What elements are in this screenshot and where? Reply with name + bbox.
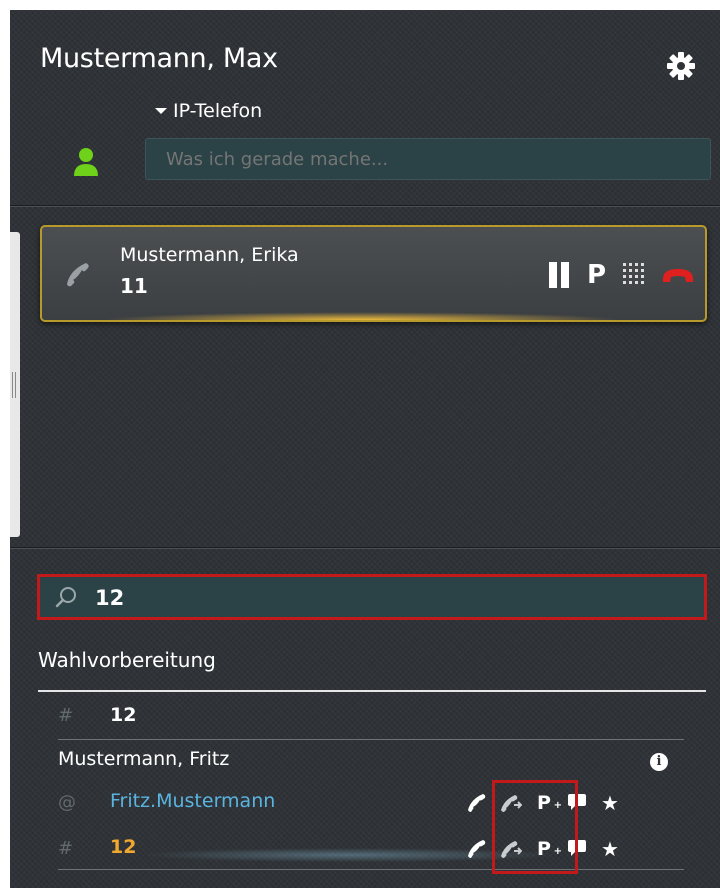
status-input[interactable] [145,138,711,180]
pause-icon [549,262,557,288]
phone-icon [67,263,89,287]
highlight-box [492,780,578,874]
call-actions: P [549,260,695,290]
contact-number: 12 [110,836,137,858]
call-icon[interactable] [466,792,490,814]
contact-name[interactable]: Mustermann, Fritz [58,748,229,770]
call-icon[interactable] [466,838,490,860]
search-input[interactable]: 12 [37,574,707,620]
hold-button[interactable] [549,262,573,288]
phone-client: Mustermann, Max IP-Telefon M [10,10,720,888]
hash-icon: # [58,838,74,859]
at-icon: @ [58,792,76,813]
search-icon [55,587,76,608]
person-icon[interactable] [72,146,100,178]
dial-number: 12 [110,704,137,726]
grip-icon [12,372,16,398]
gear-icon[interactable] [665,50,697,82]
device-label: IP-Telefon [173,100,263,122]
user-name: Mustermann, Max [40,43,278,74]
device-selector[interactable]: IP-Telefon [155,100,262,122]
row-divider [58,869,684,870]
panel-resize-handle[interactable] [10,232,20,537]
hash-icon: # [58,705,74,726]
park-button[interactable]: P [587,260,609,290]
active-call-card[interactable]: Mustermann, Erika 11 P [40,225,707,322]
row-divider [58,739,684,740]
info-icon[interactable]: i [650,753,668,771]
caller-number: 11 [120,274,148,298]
section-title: Wahlvorbereitung [38,648,216,672]
star-icon[interactable]: ★ [598,791,622,815]
caller-name: Mustermann, Erika [120,244,299,266]
dial-entry-row[interactable]: # 12 [58,704,684,732]
hangup-icon[interactable] [661,265,695,285]
pause-icon-bar [561,262,569,288]
caret-down-icon [155,108,167,114]
section-divider [38,690,706,692]
divider [10,547,720,549]
search-value: 12 [95,586,125,610]
call-glow [102,312,622,320]
divider [10,205,720,207]
keypad-icon[interactable] [623,263,647,287]
star-icon[interactable]: ★ [598,837,622,861]
contact-email: Fritz.Mustermann [110,790,276,812]
